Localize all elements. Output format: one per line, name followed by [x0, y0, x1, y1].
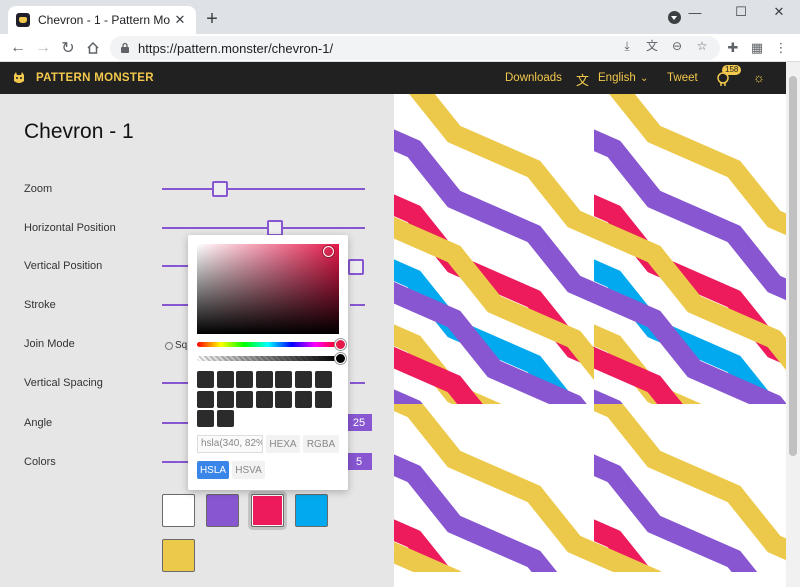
github-star-count: 158 — [722, 65, 742, 75]
format-rgba-button[interactable]: RGBA — [303, 435, 339, 453]
favicon-icon — [16, 13, 30, 27]
new-tab-button[interactable]: + — [202, 9, 222, 29]
color-swatch-2[interactable] — [206, 494, 239, 527]
color-swatch-3[interactable] — [251, 494, 284, 527]
url-text: https://pattern.monster/chevron-1/ — [138, 40, 334, 56]
join-mode-square-radio[interactable]: Sq — [165, 340, 187, 351]
preset-color-swatch[interactable] — [216, 390, 234, 408]
join-mode-label: Join Mode — [24, 338, 75, 350]
saturation-value-area[interactable] — [197, 244, 339, 334]
preset-color-swatch[interactable] — [236, 371, 254, 388]
preset-color-swatch[interactable] — [275, 390, 293, 408]
opacity-slider[interactable] — [197, 353, 346, 364]
theme-toggle-icon[interactable]: ☼ — [753, 70, 765, 85]
color-swatch-5[interactable] — [162, 539, 195, 572]
site-header: PATTERN MONSTER Downloads 文 English ⌄ Tw… — [0, 62, 800, 94]
chevron-down-icon: ⌄ — [640, 73, 649, 84]
color-swatch-1[interactable] — [162, 494, 195, 527]
angle-label: Angle — [24, 417, 53, 429]
join-mode-square-text: Sq — [175, 340, 188, 351]
stroke-slider-track-end[interactable] — [350, 304, 365, 306]
radio-circle-icon — [165, 341, 173, 350]
color-picker-popup: hsla(340, 82% HEXA RGBA HSLA HSVA — [188, 235, 348, 490]
preset-color-swatch[interactable] — [197, 410, 214, 428]
browser-tabstrip: Chevron - 1 - Pattern Monster ✕ + — ☐ ✕ — [0, 0, 800, 34]
preset-color-swatch[interactable] — [295, 371, 312, 388]
preset-color-swatch[interactable] — [314, 390, 332, 408]
window-close-button[interactable]: ✕ — [758, 0, 800, 24]
zoom-label: Zoom — [24, 183, 53, 195]
preset-color-swatch[interactable] — [216, 371, 234, 388]
angle-value[interactable]: 25 — [346, 414, 372, 431]
page-scrollbar[interactable] — [786, 62, 800, 587]
stroke-label: Stroke — [24, 299, 56, 311]
browser-tab[interactable]: Chevron - 1 - Pattern Monster ✕ — [8, 6, 196, 34]
saturation-cursor[interactable] — [323, 246, 334, 257]
color-swatch-4[interactable] — [295, 494, 328, 527]
zoom-icon[interactable]: ⊖ — [670, 39, 684, 53]
colors-label: Colors — [24, 456, 56, 468]
extensions-puzzle-icon[interactable]: ✚ — [724, 39, 742, 57]
preset-color-swatch[interactable] — [236, 390, 254, 408]
bookmark-star-icon[interactable]: ☆ — [695, 39, 709, 53]
format-hsva-button[interactable]: HSVA — [232, 461, 265, 479]
close-tab-icon[interactable]: ✕ — [172, 12, 188, 28]
format-hexa-button[interactable]: HEXA — [266, 435, 300, 453]
extension-app-icon[interactable]: ▦ — [748, 39, 766, 57]
horizontal-position-slider-track[interactable] — [162, 227, 365, 229]
maximize-button[interactable]: ☐ — [720, 0, 762, 24]
brand-name[interactable]: PATTERN MONSTER — [36, 72, 154, 84]
vertical-spacing-label: Vertical Spacing — [24, 377, 103, 389]
language-select[interactable]: English — [598, 72, 636, 84]
format-hsla-button[interactable]: HSLA — [197, 461, 229, 479]
browser-menu-icon[interactable]: ⋮ — [772, 39, 790, 57]
preset-color-swatch[interactable] — [197, 371, 214, 388]
translate-icon[interactable]: 文 — [645, 39, 659, 53]
page-title: Chevron - 1 — [24, 120, 134, 143]
vertical-position-label: Vertical Position — [24, 260, 103, 272]
chevron-pattern-canvas — [394, 94, 786, 587]
tweet-link[interactable]: Tweet — [667, 72, 698, 84]
downloads-link[interactable]: Downloads — [505, 72, 562, 84]
preset-color-swatch[interactable] — [255, 390, 273, 408]
preset-color-swatch[interactable] — [197, 390, 214, 408]
preset-color-swatch[interactable] — [275, 371, 293, 388]
preset-color-swatch[interactable] — [255, 371, 273, 388]
preset-color-swatch[interactable] — [216, 410, 234, 428]
opacity-slider-thumb[interactable] — [335, 353, 346, 364]
horizontal-position-slider-thumb[interactable] — [267, 220, 283, 236]
preset-color-swatch[interactable] — [314, 371, 332, 388]
forward-icon[interactable]: → — [33, 38, 53, 58]
pattern-preview — [394, 94, 786, 587]
browser-toolbar: ← → ↻ https://pattern.monster/chevron-1/… — [0, 34, 800, 62]
vertical-position-slider-thumb[interactable] — [348, 259, 364, 275]
colors-value[interactable]: 5 — [346, 453, 372, 470]
reload-icon[interactable]: ↻ — [58, 38, 78, 58]
hue-slider-thumb[interactable] — [335, 339, 346, 350]
translate-language-icon: 文 — [576, 73, 590, 88]
monster-logo-icon[interactable] — [12, 71, 26, 85]
hue-slider[interactable] — [197, 339, 346, 350]
lock-icon — [121, 42, 129, 53]
scrollbar-thumb[interactable] — [789, 76, 797, 456]
zoom-slider-track[interactable] — [162, 188, 365, 190]
horizontal-position-label: Horizontal Position — [24, 222, 116, 234]
home-icon[interactable] — [83, 38, 103, 58]
vertical-spacing-slider-track-end[interactable] — [350, 382, 365, 384]
minimize-button[interactable]: — — [674, 0, 716, 24]
zoom-slider-thumb[interactable] — [212, 181, 228, 197]
tab-title: Chevron - 1 - Pattern Monster — [38, 13, 170, 27]
color-value-input[interactable]: hsla(340, 82% — [197, 435, 263, 453]
back-icon[interactable]: ← — [8, 38, 28, 58]
preset-color-swatch[interactable] — [295, 390, 312, 408]
install-icon[interactable]: ⤓ — [620, 39, 634, 53]
